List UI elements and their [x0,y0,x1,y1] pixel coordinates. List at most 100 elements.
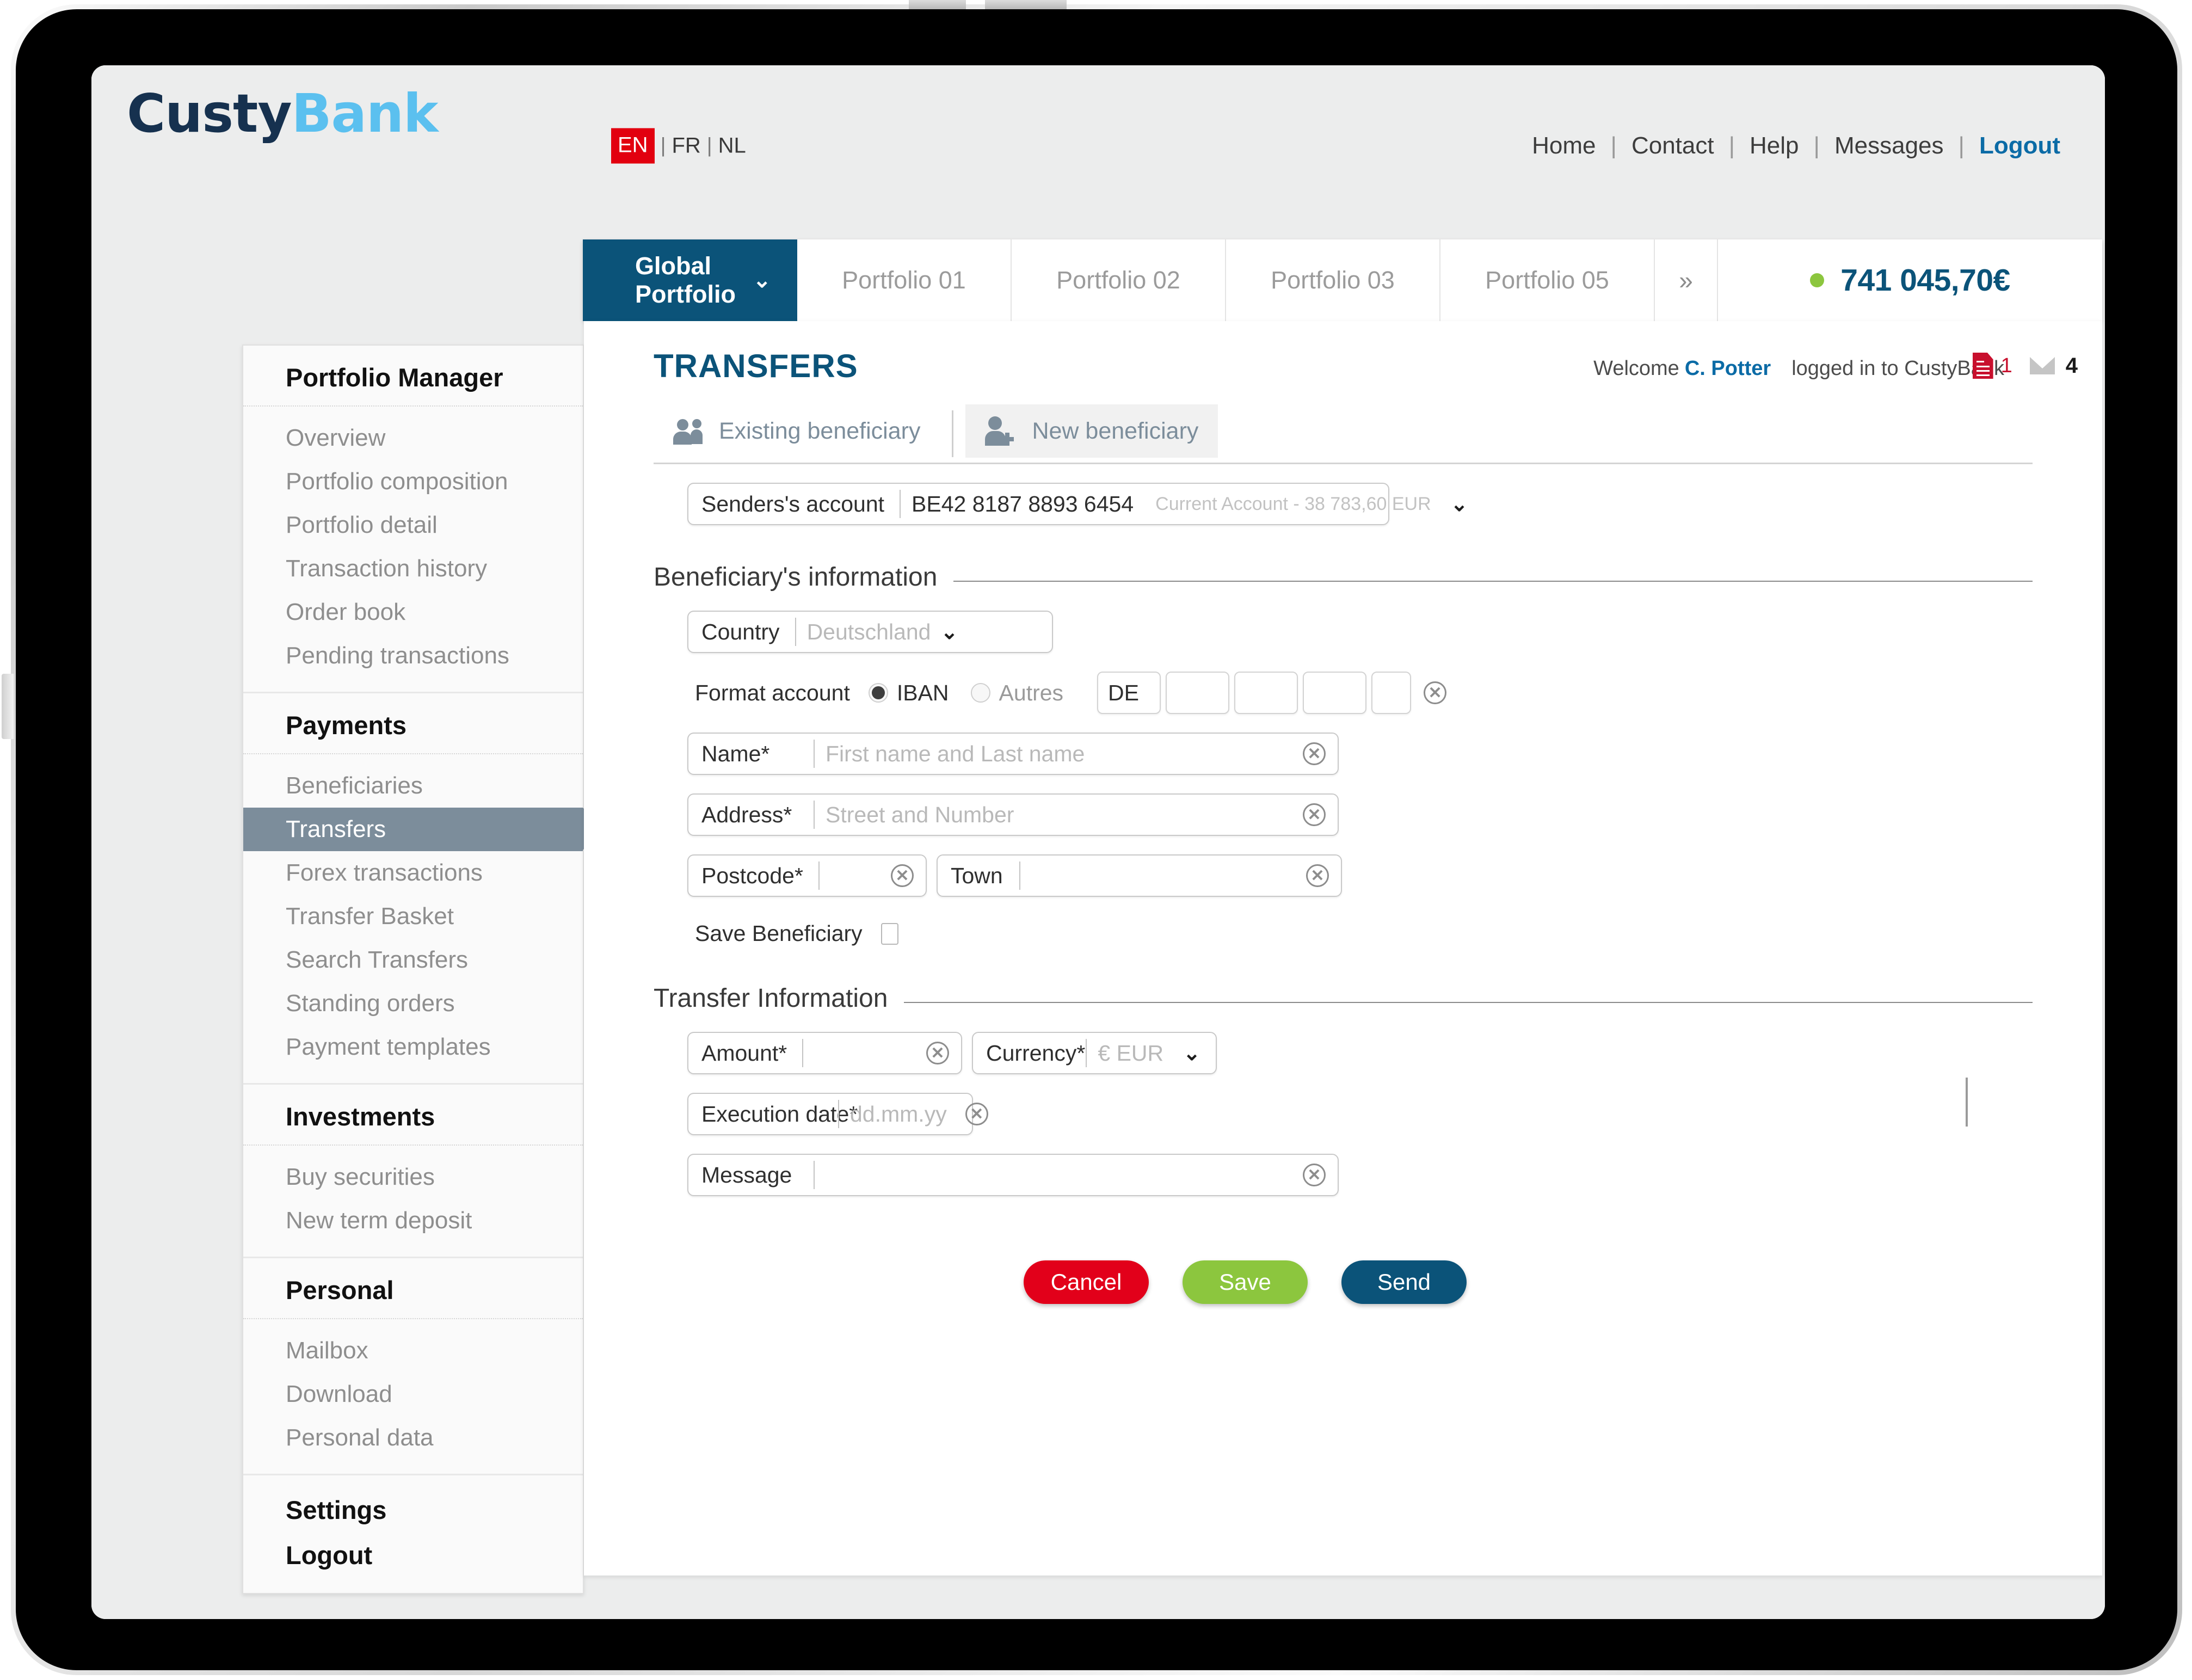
sidebar-item-beneficiaries[interactable]: Beneficiaries [243,764,583,808]
radio-iban-control[interactable] [868,683,888,703]
sidebar-group-personal: Personal Mailbox Download Personal data [243,1258,583,1475]
nav-separator-3: | [1813,132,1820,159]
sidebar-item-buy-securities[interactable]: Buy securities [243,1155,583,1199]
sidebar-title-investments: Investments [243,1085,583,1146]
language-option-fr[interactable]: FR [672,134,700,158]
language-option-en[interactable]: EN [611,128,655,164]
volume-button[interactable] [985,0,1067,10]
currency-select[interactable]: Currency* € EUR ⌄ [972,1032,1217,1074]
sidebar-item-logout[interactable]: Logout [243,1533,583,1578]
iban-segment-1[interactable]: DE [1097,672,1161,714]
user-name[interactable]: C. Potter [1685,357,1771,380]
nav-logout[interactable]: Logout [1979,132,2060,159]
sidebar-item-forex-transactions[interactable]: Forex transactions [243,851,583,895]
sidebar-item-pending-transactions[interactable]: Pending transactions [243,634,583,678]
nav-help[interactable]: Help [1750,132,1799,159]
sidebar-item-standing-orders[interactable]: Standing orders [243,982,583,1025]
cancel-button[interactable]: Cancel [1024,1260,1149,1304]
clear-icon[interactable]: ✕ [926,1042,949,1064]
sidebar-item-new-term-deposit[interactable]: New term deposit [243,1199,583,1242]
radio-autres[interactable]: Autres [970,680,1064,706]
message-input[interactable]: Message ✕ [687,1154,1339,1196]
currency-label: Currency* [986,1040,1086,1066]
language-separator-2: | [706,134,712,157]
sidebar-title-portfolio-manager: Portfolio Manager [243,346,583,407]
name-input[interactable]: Name* First name and Last name ✕ [687,733,1339,775]
address-label: Address* [701,802,792,827]
clear-icon[interactable]: ✕ [1424,681,1447,704]
sidebar-item-order-book[interactable]: Order book [243,590,583,634]
sidebar-item-download[interactable]: Download [243,1373,583,1416]
sidebar-item-payment-templates[interactable]: Payment templates [243,1025,583,1069]
page-body: Portfolio Manager Overview Portfolio com… [91,321,2105,1619]
tab-portfolio-05[interactable]: Portfolio 05 [1440,239,1655,321]
clear-icon[interactable]: ✕ [891,864,914,887]
execution-date-placeholder: dd.mm.yy [850,1101,947,1127]
scrollbar-thumb[interactable] [1966,1078,1968,1127]
sidebar-item-transfer-basket[interactable]: Transfer Basket [243,895,583,938]
senders-account-select[interactable]: Senders's account BE42 8187 8893 6454 Cu… [687,483,1468,525]
tab-portfolio-02[interactable]: Portfolio 02 [1012,239,1226,321]
transfer-section-title: Transfer Information [654,984,888,1013]
iban-segment-4[interactable] [1303,672,1367,714]
document-icon[interactable] [1972,353,1993,379]
language-separator-1: | [660,134,666,157]
sidebar-group-investments: Investments Buy securities New term depo… [243,1085,583,1258]
tab-new-beneficiary[interactable]: New beneficiary [965,404,1218,458]
power-button[interactable] [909,0,966,10]
sidebar-item-settings[interactable]: Settings [243,1487,583,1533]
transfer-section-header: Transfer Information [654,983,2033,1013]
country-value: Deutschland [806,619,931,644]
iban-segment-3[interactable] [1234,672,1298,714]
portfolio-balance: 741 045,70€ [1718,239,2102,321]
form-action-buttons: Cancel Save Send [654,1260,2033,1304]
send-button[interactable]: Send [1341,1260,1467,1304]
country-select[interactable]: Country Deutschland ⌄ [687,611,1053,653]
nav-home[interactable]: Home [1532,132,1596,159]
tab-portfolio-03[interactable]: Portfolio 03 [1226,239,1440,321]
sidebar-item-personal-data[interactable]: Personal data [243,1416,583,1460]
sidebar-item-transaction-history[interactable]: Transaction history [243,547,583,590]
radio-autres-label: Autres [999,680,1064,705]
nav-separator-4: | [1958,132,1965,159]
clear-icon[interactable]: ✕ [965,1103,988,1125]
execution-date-input[interactable]: Execution date* dd.mm.yy ✕ [687,1093,988,1135]
brand-logo[interactable]: CustyBank [127,87,439,140]
clear-icon[interactable]: ✕ [1303,742,1326,765]
documents-count: 1 [2000,354,2012,377]
radio-iban[interactable]: IBAN [868,680,949,706]
section-rule [904,1001,2033,1003]
tab-portfolio-01[interactable]: Portfolio 01 [797,239,1012,321]
clear-icon[interactable]: ✕ [1306,864,1329,887]
tabs-more-icon[interactable]: » [1655,239,1718,321]
chevron-down-icon: ⌄ [940,620,958,644]
sidebar-item-transfers[interactable]: Transfers [243,808,604,851]
sidebar-item-portfolio-detail[interactable]: Portfolio detail [243,503,583,547]
amount-input[interactable]: Amount* ✕ [687,1032,962,1074]
sidebar-item-search-transfers[interactable]: Search Transfers [243,938,583,982]
address-input[interactable]: Address* Street and Number ✕ [687,793,1339,836]
mail-icon[interactable] [2029,357,2055,374]
save-button[interactable]: Save [1183,1260,1308,1304]
clear-icon[interactable]: ✕ [1303,803,1326,826]
tab-global-portfolio[interactable]: Global Portfolio ⌄ [583,239,797,321]
sidebar-item-mailbox[interactable]: Mailbox [243,1329,583,1373]
tab-divider [952,410,954,457]
save-beneficiary-label: Save Beneficiary [695,921,863,946]
language-option-nl[interactable]: NL [718,134,746,158]
side-button[interactable] [2,674,14,739]
town-input[interactable]: Town ✕ [937,854,1342,897]
nav-messages[interactable]: Messages [1834,132,1944,159]
sidebar-item-portfolio-composition[interactable]: Portfolio composition [243,460,583,503]
clear-icon[interactable]: ✕ [1303,1164,1326,1186]
postcode-input[interactable]: Postcode* ✕ [687,854,927,897]
iban-segment-2[interactable] [1166,672,1230,714]
radio-autres-control[interactable] [970,683,990,703]
nav-contact[interactable]: Contact [1631,132,1714,159]
app-page: CustyBank EN | FR | NL Home | Contact | … [91,65,2105,1619]
top-navigation: Home | Contact | Help | Messages | Logou… [1532,132,2060,159]
sidebar-item-overview[interactable]: Overview [243,416,583,460]
save-beneficiary-checkbox[interactable] [881,922,898,945]
tab-existing-beneficiary[interactable]: Existing beneficiary [654,404,940,458]
iban-segment-5[interactable] [1371,672,1412,714]
